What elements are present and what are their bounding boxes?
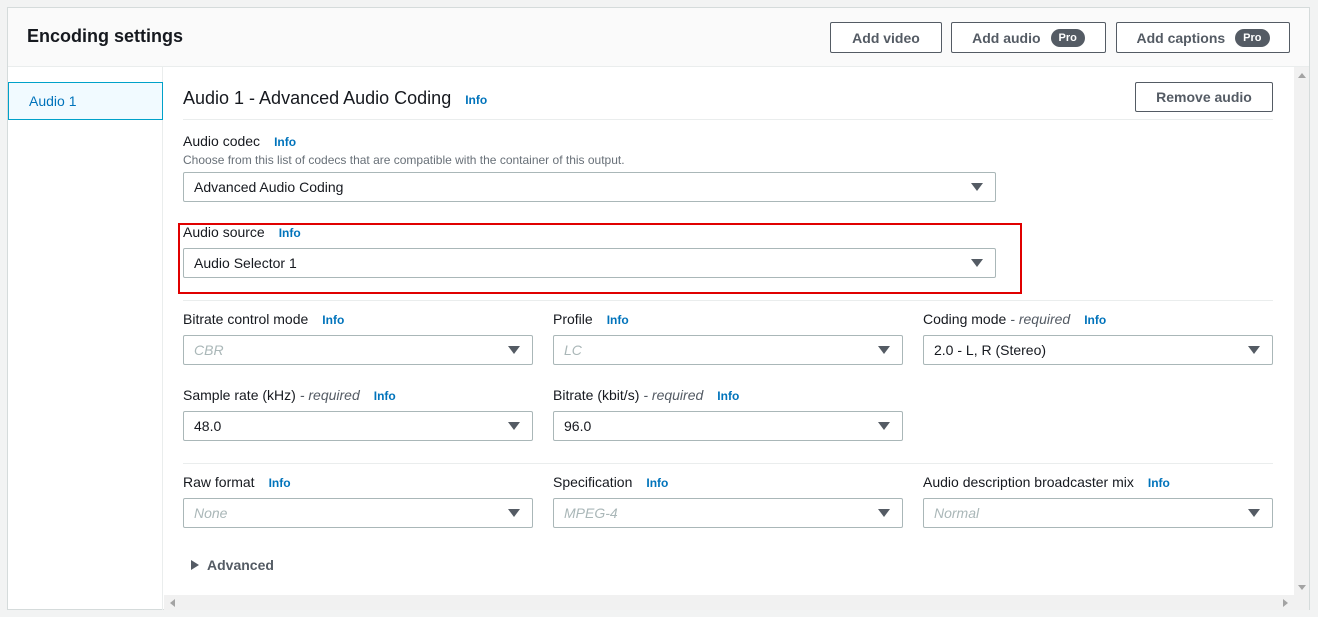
caret-down-icon <box>1248 509 1260 517</box>
audio-settings-content: Audio 1 - Advanced Audio Coding Info Rem… <box>164 67 1309 610</box>
raw-format-label-text: Raw format <box>183 474 255 490</box>
advanced-label: Advanced <box>207 557 274 573</box>
audio-codec-label-text: Audio codec <box>183 133 261 149</box>
specification-value: MPEG-4 <box>564 505 618 521</box>
remove-audio-button[interactable]: Remove audio <box>1135 82 1273 112</box>
info-link[interactable]: Info <box>274 135 296 149</box>
audio-codec-description: Choose from this list of codecs that are… <box>183 153 625 167</box>
specification-label-text: Specification <box>553 474 633 490</box>
sample-rate-select[interactable]: 48.0 <box>183 411 533 441</box>
audio-description-mix-value: Normal <box>934 505 980 521</box>
advanced-expander[interactable]: Advanced <box>191 557 274 573</box>
remove-audio-label: Remove audio <box>1156 89 1252 105</box>
profile-value: LC <box>564 342 582 358</box>
add-audio-button[interactable]: Add audio Pro <box>951 22 1106 53</box>
raw-format-label: Raw format Info <box>183 474 291 490</box>
add-audio-label: Add audio <box>972 29 1041 46</box>
caret-down-icon <box>971 259 983 267</box>
sidebar-item-audio-1[interactable]: Audio 1 <box>8 82 163 120</box>
coding-mode-label-text: Coding mode <box>923 311 1007 327</box>
info-link[interactable]: Info <box>269 476 291 490</box>
bitrate-control-mode-label-text: Bitrate control mode <box>183 311 309 327</box>
coding-mode-value: 2.0 - L, R (Stereo) <box>934 342 1047 358</box>
raw-format-value: None <box>194 505 228 521</box>
sidebar-item-label: Audio 1 <box>29 93 77 109</box>
info-link[interactable]: Info <box>646 476 668 490</box>
audio-description-mix-label-text: Audio description broadcaster mix <box>923 474 1134 490</box>
audio-codec-label: Audio codec Info <box>183 133 296 149</box>
profile-select[interactable]: LC <box>553 335 903 365</box>
sample-rate-label: Sample rate (kHz) - required Info <box>183 387 396 403</box>
info-link[interactable]: Info <box>717 389 739 403</box>
horizontal-scrollbar[interactable] <box>164 595 1309 610</box>
caret-down-icon <box>508 509 520 517</box>
bitrate-value: 96.0 <box>564 418 592 434</box>
scroll-up-icon[interactable] <box>1298 73 1306 78</box>
bitrate-select[interactable]: 96.0 <box>553 411 903 441</box>
caret-right-icon <box>191 560 199 570</box>
info-link[interactable]: Info <box>607 313 629 327</box>
scroll-down-icon[interactable] <box>1298 585 1306 590</box>
audio-source-select[interactable]: Audio Selector 1 <box>183 248 996 278</box>
divider <box>183 463 1273 464</box>
pro-badge: Pro <box>1235 28 1270 47</box>
divider <box>183 300 1273 301</box>
scroll-right-icon[interactable] <box>1283 599 1288 607</box>
audio-codec-select[interactable]: Advanced Audio Coding <box>183 172 996 202</box>
audio-source-label-text: Audio source <box>183 224 265 240</box>
bitrate-control-mode-value: CBR <box>194 342 224 358</box>
required-marker: - required <box>299 387 360 403</box>
caret-down-icon <box>878 509 890 517</box>
audio-source-label: Audio source Info <box>183 224 301 240</box>
bitrate-control-mode-label: Bitrate control mode Info <box>183 311 344 327</box>
scroll-left-icon[interactable] <box>170 599 175 607</box>
bitrate-label-text: Bitrate (kbit/s) <box>553 387 640 403</box>
info-link[interactable]: Info <box>465 93 487 107</box>
audio-codec-value: Advanced Audio Coding <box>194 179 344 195</box>
sample-rate-value: 48.0 <box>194 418 222 434</box>
caret-down-icon <box>508 346 520 354</box>
required-marker: - required <box>643 387 704 403</box>
profile-label: Profile Info <box>553 311 629 327</box>
info-link[interactable]: Info <box>374 389 396 403</box>
specification-label: Specification Info <box>553 474 668 490</box>
audio-description-mix-select[interactable]: Normal <box>923 498 1273 528</box>
raw-format-select[interactable]: None <box>183 498 533 528</box>
add-captions-button[interactable]: Add captions Pro <box>1116 22 1290 53</box>
specification-select[interactable]: MPEG-4 <box>553 498 903 528</box>
add-captions-label: Add captions <box>1136 29 1226 46</box>
divider <box>183 119 1273 120</box>
caret-down-icon <box>971 183 983 191</box>
section-title-text: Audio 1 - Advanced Audio Coding <box>183 88 452 108</box>
sidebar: Audio 1 <box>8 67 163 610</box>
audio-source-value: Audio Selector 1 <box>194 255 297 271</box>
sample-rate-label-text: Sample rate (kHz) <box>183 387 296 403</box>
page-title: Encoding settings <box>27 26 184 46</box>
caret-down-icon <box>878 422 890 430</box>
bitrate-control-mode-select[interactable]: CBR <box>183 335 533 365</box>
caret-down-icon <box>1248 346 1260 354</box>
required-marker: - required <box>1010 311 1071 327</box>
info-link[interactable]: Info <box>279 226 301 240</box>
pro-badge: Pro <box>1050 28 1085 47</box>
add-video-button[interactable]: Add video <box>830 22 942 53</box>
bitrate-label: Bitrate (kbit/s) - required Info <box>553 387 739 403</box>
caret-down-icon <box>878 346 890 354</box>
coding-mode-select[interactable]: 2.0 - L, R (Stereo) <box>923 335 1273 365</box>
profile-label-text: Profile <box>553 311 593 327</box>
panel-header: Encoding settings Add video Add audio Pr… <box>8 8 1309 67</box>
encoding-settings-panel: Encoding settings Add video Add audio Pr… <box>7 7 1310 610</box>
audio-description-mix-label: Audio description broadcaster mix Info <box>923 474 1170 490</box>
caret-down-icon <box>508 422 520 430</box>
section-title: Audio 1 - Advanced Audio Coding Info <box>183 88 487 109</box>
info-link[interactable]: Info <box>1148 476 1170 490</box>
add-video-label: Add video <box>852 29 920 46</box>
info-link[interactable]: Info <box>1084 313 1106 327</box>
vertical-scrollbar[interactable] <box>1294 67 1309 595</box>
coding-mode-label: Coding mode - required Info <box>923 311 1106 327</box>
info-link[interactable]: Info <box>322 313 344 327</box>
